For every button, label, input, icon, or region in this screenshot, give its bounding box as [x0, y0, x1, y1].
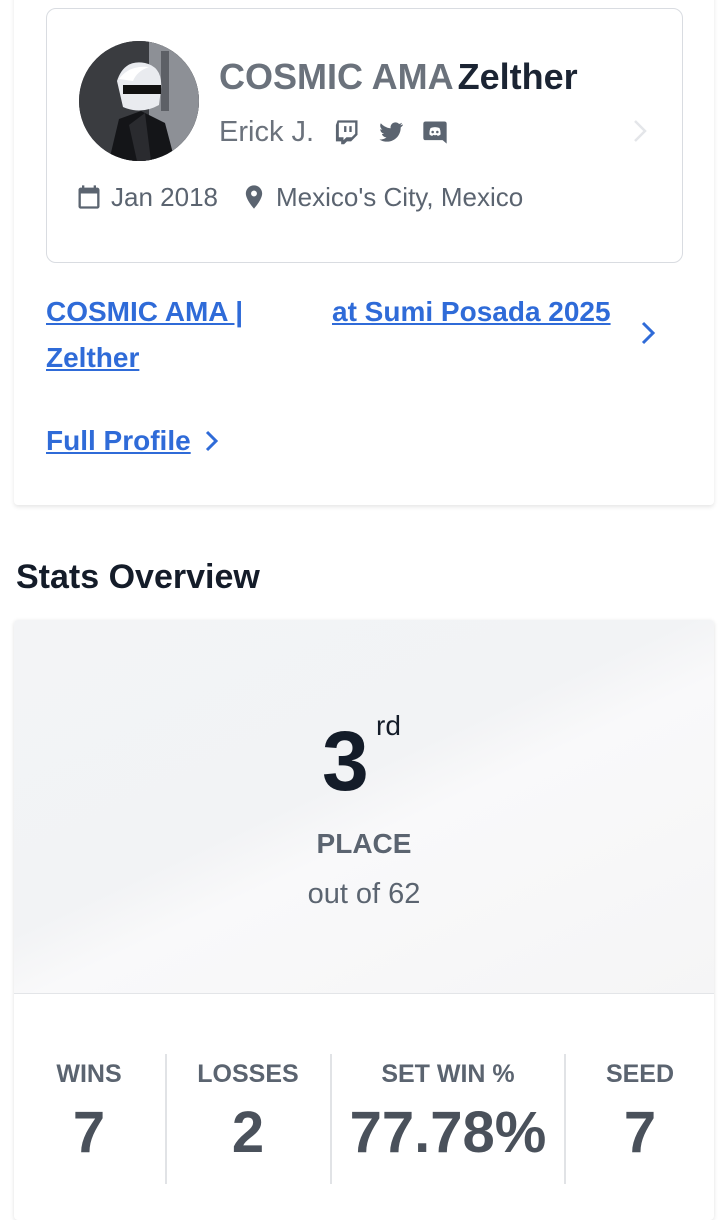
stats-heading: Stats Overview [16, 558, 260, 596]
chevron-right-icon[interactable] [638, 318, 658, 348]
wins-value: 7 [72, 1100, 106, 1165]
stats-card: 3 rd PLACE out of 62 WINS 7 LOSSES 2 SET… [14, 620, 714, 1220]
twitch-icon[interactable] [332, 117, 362, 147]
avatar[interactable] [79, 41, 199, 161]
losses-stat: LOSSES 2 [166, 1054, 330, 1202]
real-name-row: Erick J. [219, 112, 464, 152]
placement-label: PLACE [316, 828, 412, 859]
real-name: Erick J. [219, 115, 315, 148]
losses-value: 2 [231, 1100, 265, 1165]
avatar-image [79, 41, 199, 161]
calendar-icon [75, 183, 103, 211]
placement-number: 3 [322, 714, 369, 808]
chevron-right-icon[interactable] [630, 117, 650, 145]
chevron-right-icon [205, 430, 218, 452]
set-win-label: SET WIN % [381, 1060, 515, 1088]
set-win-stat: SET WIN % 77.78% [332, 1054, 564, 1202]
location: Mexico's City, Mexico [275, 181, 524, 212]
seed-label: SEED [605, 1060, 675, 1088]
player-entrant-link[interactable]: COSMIC AMA | Zelther [46, 289, 296, 381]
seed-value: 7 [623, 1100, 657, 1165]
set-win-value: 77.78% [349, 1100, 547, 1165]
placement-panel: 3 rd PLACE out of 62 [14, 620, 714, 994]
tournament-link[interactable]: at Sumi Posada 2025 [332, 289, 611, 335]
player-link-line-1: COSMIC AMA | [46, 296, 244, 327]
twitter-icon[interactable] [376, 117, 406, 147]
gamer-tag: COSMIC AMA Zelther [219, 57, 578, 97]
player-link-line-2: Zelther [46, 342, 140, 373]
entrants-count: out of 62 [307, 878, 421, 910]
sponsor-prefix: COSMIC AMA [219, 56, 454, 97]
location-pin-icon [240, 183, 268, 211]
seed-stat: SEED 7 [566, 1054, 714, 1202]
full-profile-label: Full Profile [46, 425, 191, 456]
player-tag: Zelther [457, 56, 578, 97]
wins-stat: WINS 7 [14, 1054, 164, 1202]
profile-card[interactable]: COSMIC AMA Zelther Erick J. Jan 2018 Mexi… [46, 8, 683, 263]
placement-suffix: rd [376, 710, 401, 741]
full-profile-link[interactable]: Full Profile [46, 418, 221, 464]
wins-label: WINS [56, 1060, 122, 1088]
discord-icon[interactable] [420, 117, 450, 147]
profile-meta: Jan 2018 Mexico's City, Mexico [75, 177, 523, 217]
losses-label: LOSSES [197, 1060, 299, 1088]
joined-date: Jan 2018 [111, 181, 218, 212]
